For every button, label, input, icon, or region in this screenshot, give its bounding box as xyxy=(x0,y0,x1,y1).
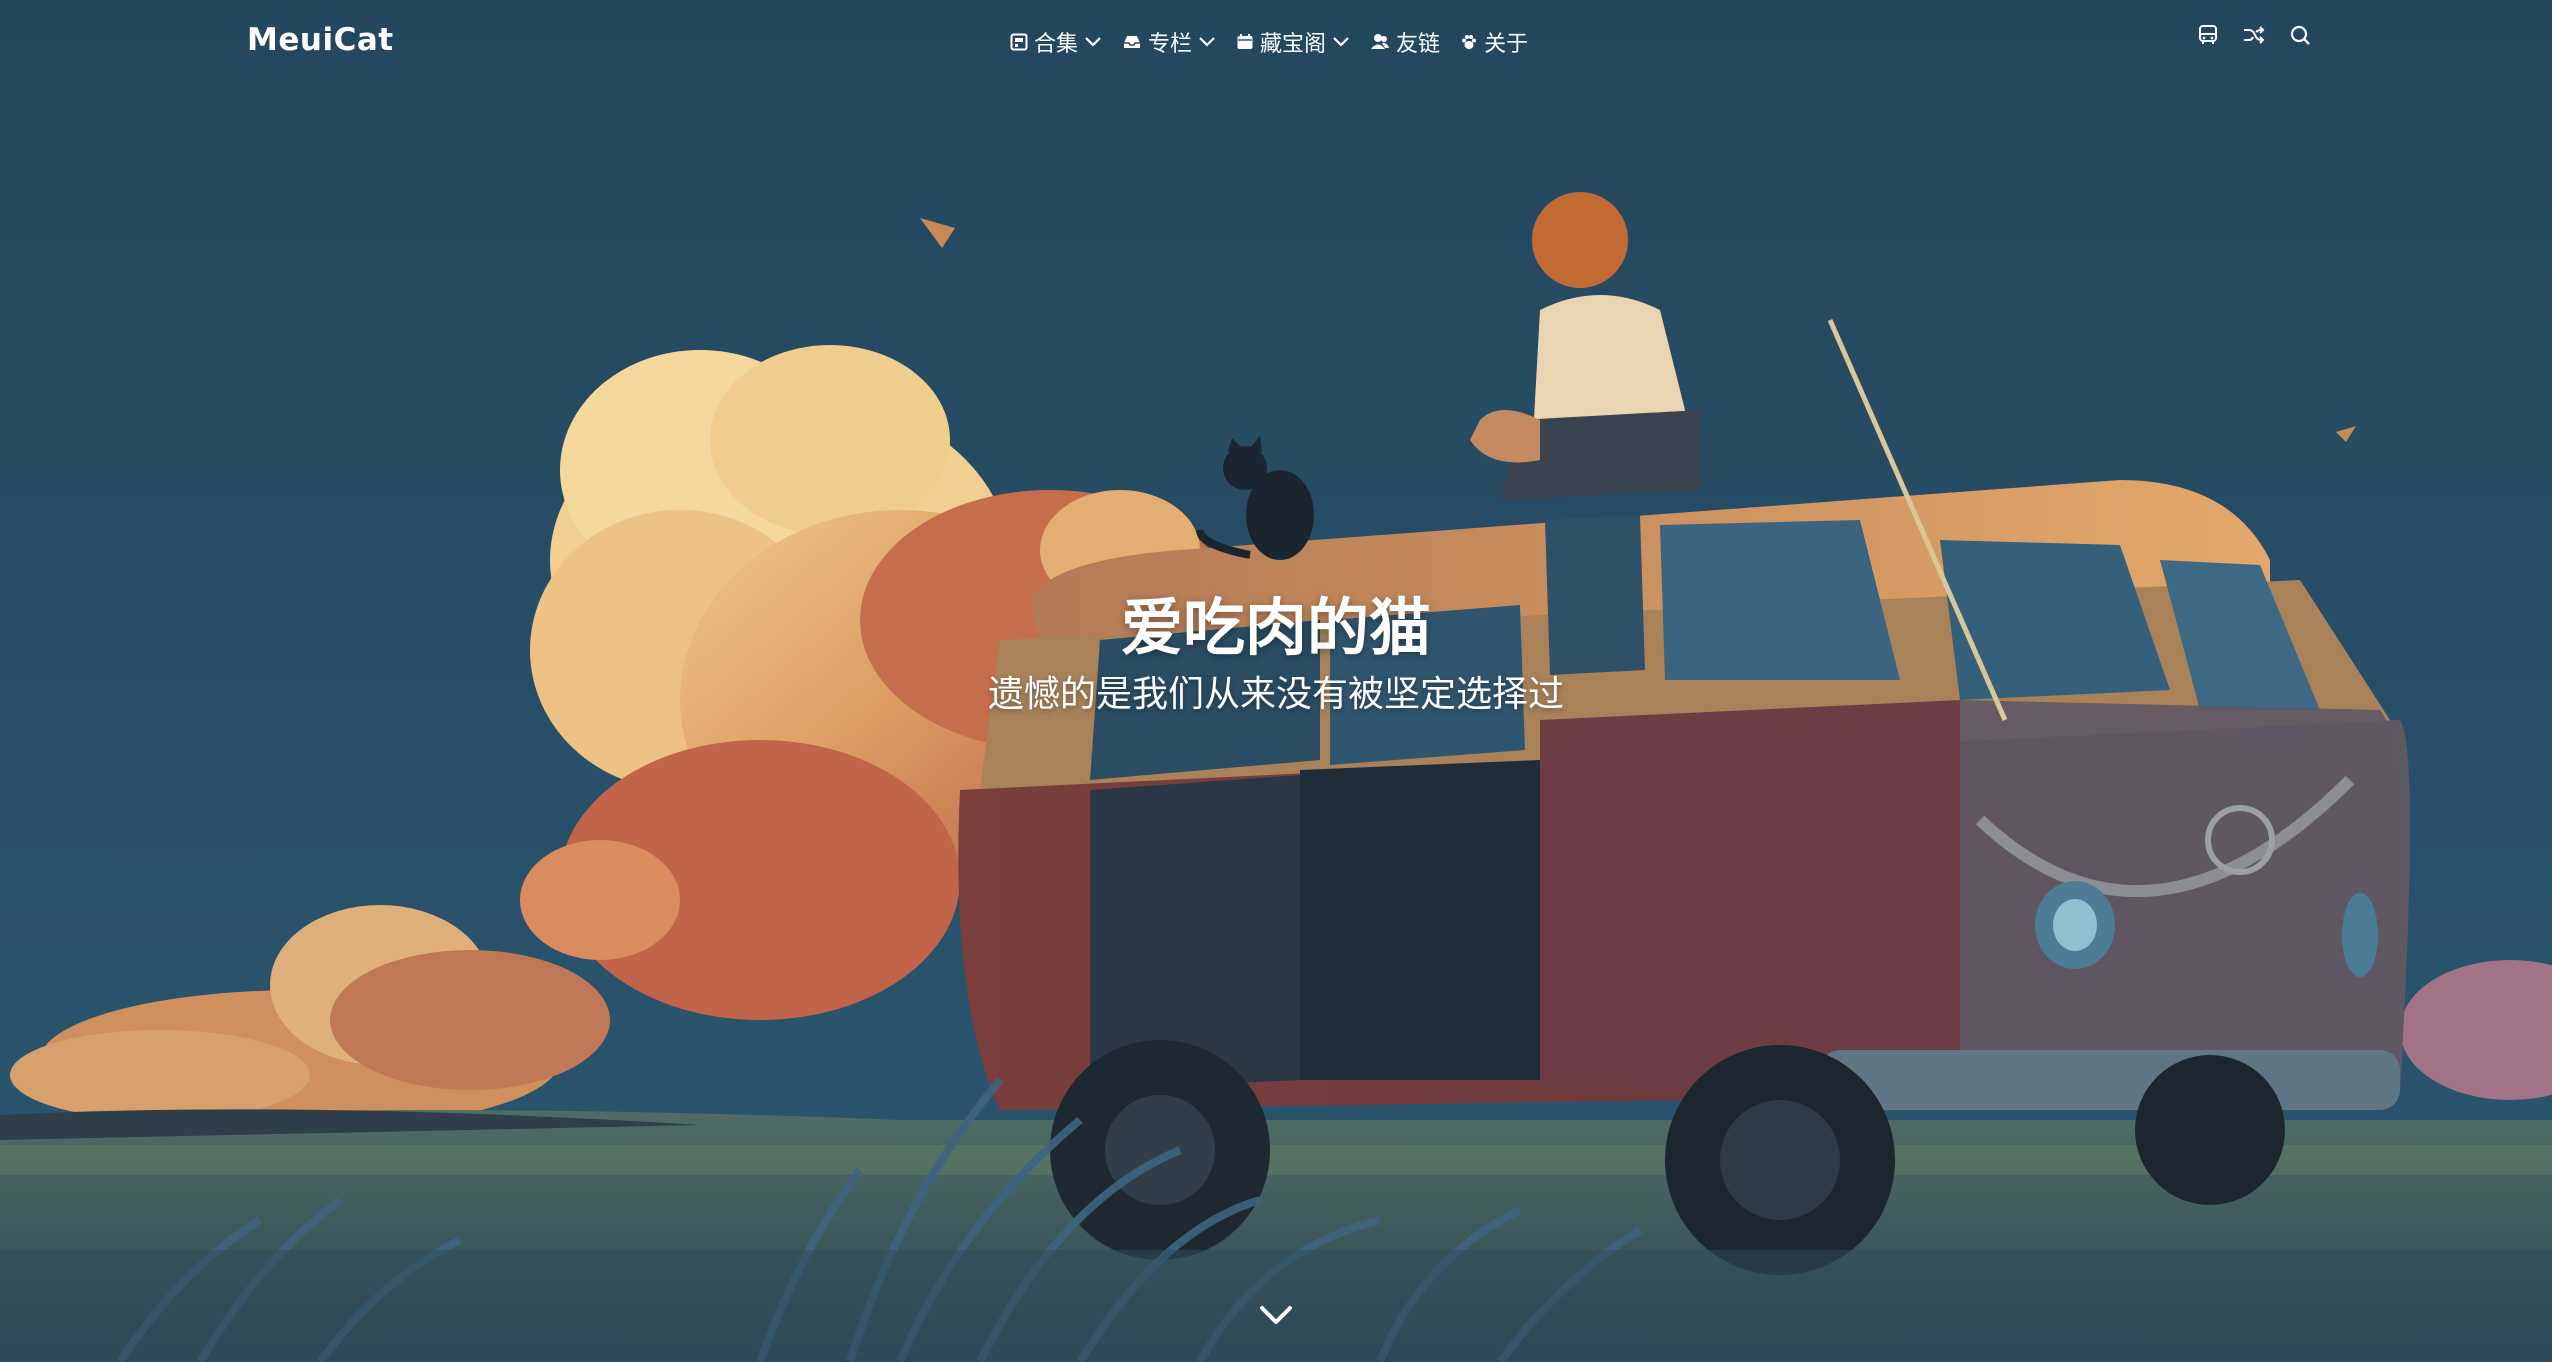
site-subtitle: 遗憾的是我们从来没有被坚定选择过 xyxy=(987,674,1564,715)
chevron-down-icon xyxy=(1084,36,1102,48)
nav-tools xyxy=(2195,24,2313,50)
inbox-icon xyxy=(1122,33,1142,51)
chevron-down-icon xyxy=(1256,1306,1296,1334)
menu-item-label: 专栏 xyxy=(1148,32,1193,57)
search-button[interactable] xyxy=(2287,24,2313,50)
paw-icon xyxy=(1460,33,1478,51)
users-icon xyxy=(1370,33,1390,51)
travel-button[interactable] xyxy=(2195,24,2221,50)
menu-item-label: 合集 xyxy=(1034,32,1079,57)
menu-item-column[interactable]: 专栏 xyxy=(1122,26,1216,58)
chevron-down-icon xyxy=(1332,36,1350,48)
chevron-down-icon xyxy=(1198,36,1216,48)
menu-item-about[interactable]: 关于 xyxy=(1460,26,1528,58)
site-brand-logo[interactable]: MeuiCat xyxy=(247,22,394,58)
top-navbar: MeuiCat 合集 专栏 藏宝阁 友链 关于 xyxy=(0,0,2552,84)
random-post-button[interactable] xyxy=(2241,24,2267,50)
menu-item-treasure[interactable]: 藏宝阁 xyxy=(1236,26,1350,58)
site-title: 爱吃肉的猫 xyxy=(1120,591,1431,664)
bus-icon xyxy=(2197,24,2219,50)
menu-item-label: 关于 xyxy=(1484,32,1529,57)
search-icon xyxy=(2289,24,2311,50)
menu-item-label: 友链 xyxy=(1396,32,1441,57)
shuffle-icon xyxy=(2242,24,2266,50)
scroll-down-button[interactable] xyxy=(1256,1300,1296,1330)
collection-icon xyxy=(1010,33,1028,51)
menu-item-label: 藏宝阁 xyxy=(1260,32,1327,57)
menu-item-collection[interactable]: 合集 xyxy=(1010,26,1102,58)
menu-item-friends[interactable]: 友链 xyxy=(1370,26,1440,58)
hero-headline: 爱吃肉的猫 遗憾的是我们从来没有被坚定选择过 xyxy=(0,588,2552,720)
calendar-icon xyxy=(1236,33,1254,51)
main-menu: 合集 专栏 藏宝阁 友链 关于 xyxy=(1010,26,1528,58)
